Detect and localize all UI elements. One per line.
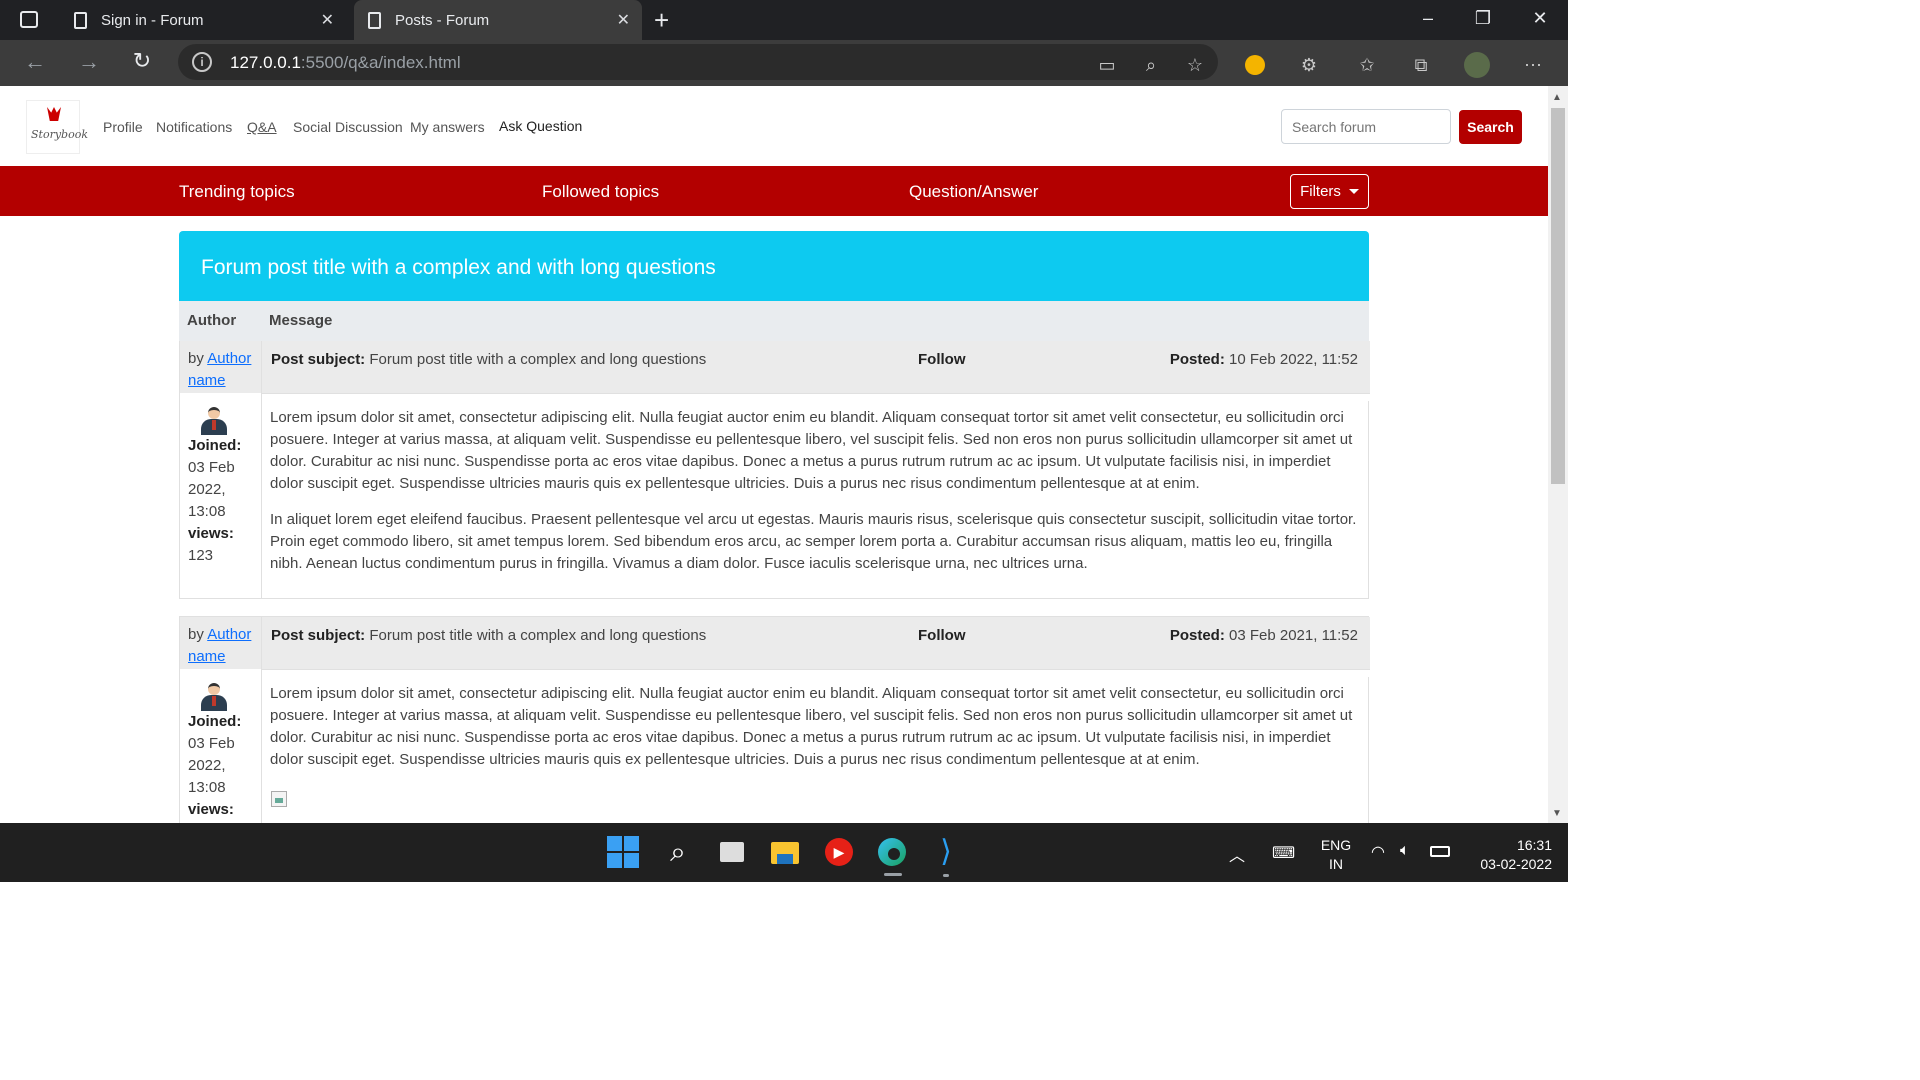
nav-profile[interactable]: Profile bbox=[103, 119, 143, 135]
zoom-icon[interactable]: ⌕ bbox=[1138, 52, 1164, 78]
search-button[interactable]: Search bbox=[1459, 110, 1522, 144]
close-tab-icon[interactable]: ✕ bbox=[321, 10, 334, 30]
forward-icon[interactable]: → bbox=[74, 49, 104, 75]
media-player-icon[interactable]: ▶ bbox=[823, 836, 855, 868]
more-options-icon[interactable]: ⋯ bbox=[1520, 52, 1546, 78]
favorites-icon[interactable]: ✩ bbox=[1354, 52, 1380, 78]
refresh-icon[interactable]: ↻ bbox=[127, 48, 157, 74]
page-icon bbox=[368, 11, 381, 29]
language-indicator[interactable]: ENG IN bbox=[1316, 836, 1356, 874]
tab-actions-icon[interactable] bbox=[20, 11, 38, 28]
scroll-down-icon[interactable]: ▼ bbox=[1552, 808, 1562, 819]
nav-social-discussion[interactable]: Social Discussion bbox=[293, 119, 403, 135]
trending-topics-link[interactable]: Trending topics bbox=[179, 182, 295, 202]
post-message: Lorem ipsum dolor sit amet, consectetur … bbox=[270, 409, 1357, 572]
file-explorer-icon[interactable] bbox=[769, 836, 801, 868]
search-icon[interactable]: ⌕ bbox=[662, 836, 694, 868]
clock[interactable]: 16:31 03-02-2022 bbox=[1462, 836, 1552, 874]
follow-button[interactable]: Follow bbox=[918, 627, 966, 644]
thread-title: Forum post title with a complex and with… bbox=[201, 256, 716, 279]
restore-icon[interactable]: ❐ bbox=[1463, 8, 1503, 29]
new-tab-icon[interactable]: + bbox=[654, 5, 669, 36]
table-header bbox=[179, 301, 1369, 341]
running-app-indicator bbox=[943, 874, 949, 877]
search-input[interactable] bbox=[1281, 109, 1451, 144]
post-date: Posted: 10 Feb 2022, 11:52 bbox=[1169, 351, 1358, 368]
author-meta: Joined: 03 Feb 2022, 13:08 views: 123 bbox=[188, 437, 242, 564]
profile-avatar[interactable] bbox=[1464, 52, 1490, 78]
battery-icon[interactable] bbox=[1430, 846, 1450, 857]
extensions-icon[interactable]: ⚙ bbox=[1296, 52, 1322, 78]
author-column-header: Author bbox=[187, 312, 237, 329]
thread-title-banner: Forum post title with a complex and with… bbox=[179, 231, 1369, 301]
add-favorite-icon[interactable]: ☆ bbox=[1182, 52, 1208, 78]
message-column-header: Message bbox=[269, 312, 333, 329]
scrollbar-thumb[interactable] bbox=[1551, 108, 1565, 484]
extension-color-icon[interactable] bbox=[1242, 52, 1268, 78]
vscode-icon[interactable]: ⟩ bbox=[930, 836, 962, 868]
post-card: by Author name Post subject: Forum post … bbox=[179, 341, 1370, 599]
start-icon[interactable] bbox=[607, 836, 639, 868]
post-card: by Author name Post subject: Forum post … bbox=[179, 616, 1370, 837]
site-logo[interactable]: Storybook bbox=[26, 100, 88, 154]
post-subject: Post subject: Forum post title with a co… bbox=[271, 627, 707, 644]
post-date: Posted: 03 Feb 2021, 11:52 bbox=[1169, 627, 1358, 644]
nav-my-answers[interactable]: My answers bbox=[410, 119, 485, 135]
address-bar[interactable]: i 127.0.0.1:5500/q&a/index.html bbox=[178, 44, 1218, 80]
author-meta: Joined: 03 Feb 2022, 13:08 views: bbox=[188, 713, 242, 818]
nav-notifications[interactable]: Notifications bbox=[156, 119, 232, 135]
post-subject: Post subject: Forum post title with a co… bbox=[271, 351, 707, 368]
logo-mark-icon bbox=[47, 107, 61, 121]
window-close-icon[interactable]: ✕ bbox=[1520, 8, 1560, 29]
post-message: Lorem ipsum dolor sit amet, consectetur … bbox=[270, 685, 1353, 768]
keyboard-icon[interactable]: ⌨ bbox=[1272, 843, 1295, 863]
tab-sign-in[interactable]: Sign in - Forum ✕ bbox=[60, 0, 346, 40]
edge-icon[interactable] bbox=[876, 836, 908, 868]
tab-posts-active[interactable]: Posts - Forum ✕ bbox=[354, 0, 642, 40]
page-icon bbox=[74, 11, 87, 29]
volume-icon[interactable]: 🔈︎ bbox=[1400, 842, 1410, 860]
site-info-icon[interactable]: i bbox=[192, 52, 212, 72]
post-byline: by Author name bbox=[188, 626, 252, 665]
wifi-icon[interactable]: ◠ bbox=[1371, 842, 1385, 862]
caret-down-icon bbox=[1348, 189, 1359, 194]
post-byline: by Author name bbox=[188, 350, 252, 389]
broken-image-icon bbox=[271, 791, 287, 807]
collections-icon[interactable]: ⧉ bbox=[1408, 52, 1434, 78]
nav-qa[interactable]: Q&A bbox=[247, 119, 277, 135]
follow-button[interactable]: Follow bbox=[918, 351, 966, 368]
minimize-icon[interactable]: – bbox=[1408, 8, 1448, 29]
tab-title: Sign in - Forum bbox=[101, 11, 204, 29]
active-app-indicator bbox=[884, 873, 902, 876]
back-icon[interactable]: ← bbox=[20, 49, 50, 75]
scroll-up-icon[interactable]: ▲ bbox=[1552, 92, 1562, 103]
filters-dropdown[interactable]: Filters bbox=[1290, 174, 1369, 209]
followed-topics-link[interactable]: Followed topics bbox=[542, 182, 659, 202]
url-text: 127.0.0.1:5500/q&a/index.html bbox=[230, 53, 461, 72]
tab-title: Posts - Forum bbox=[395, 11, 490, 29]
close-tab-icon[interactable]: ✕ bbox=[617, 10, 630, 30]
nav-ask-question[interactable]: Ask Question bbox=[499, 118, 582, 134]
user-avatar-icon bbox=[201, 683, 227, 711]
task-view-icon[interactable] bbox=[716, 836, 748, 868]
user-avatar-icon bbox=[201, 407, 227, 435]
immersive-reader-icon[interactable]: ▭ bbox=[1094, 52, 1120, 78]
question-answer-link[interactable]: Question/Answer bbox=[909, 182, 1038, 202]
show-hidden-icons[interactable]: ︿ bbox=[1229, 842, 1245, 866]
